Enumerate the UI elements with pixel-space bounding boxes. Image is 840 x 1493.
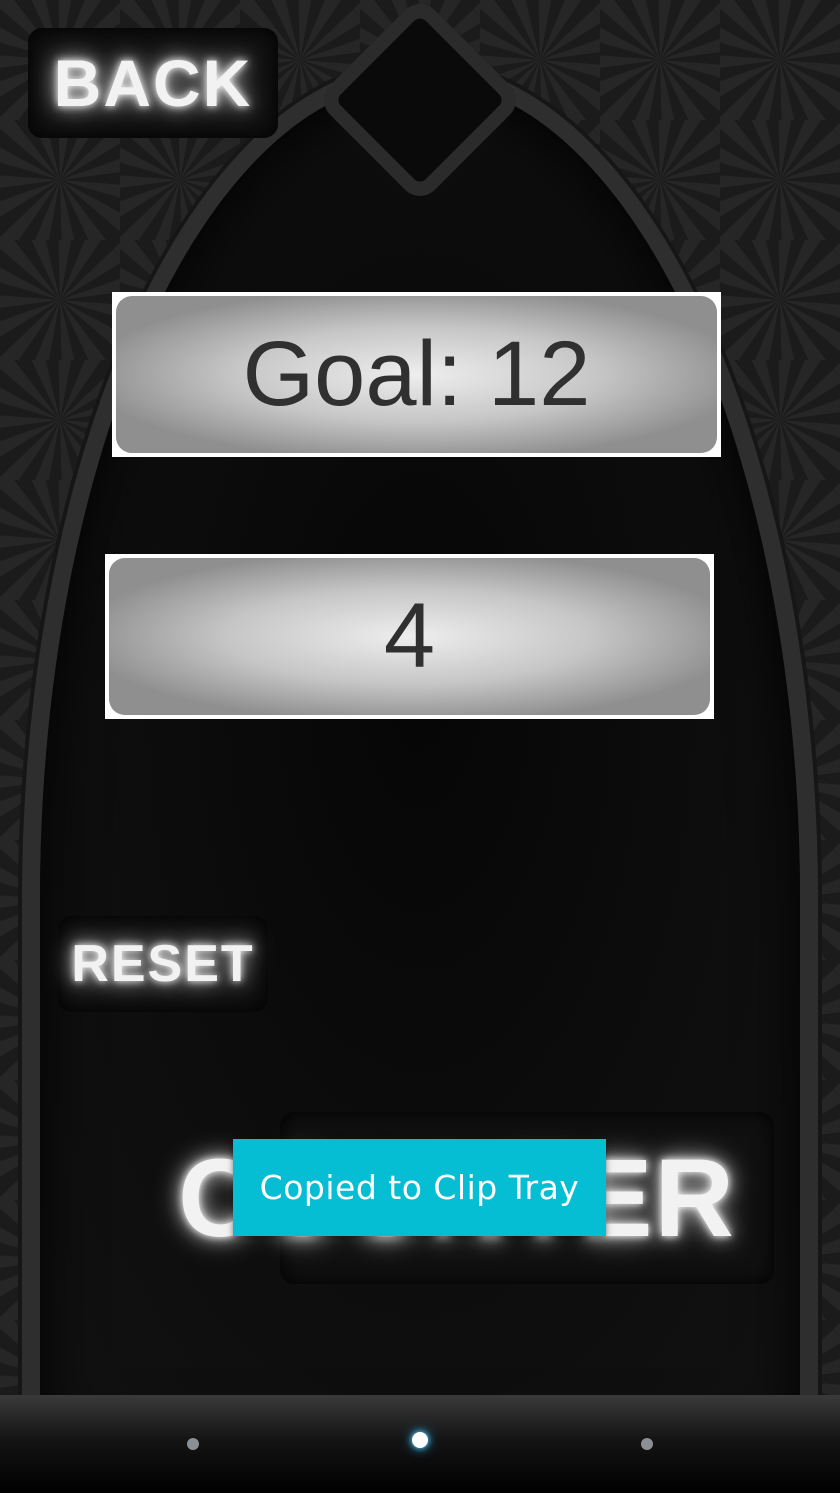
reset-button[interactable]: RESET (58, 916, 268, 1012)
page-indicator-dot-active[interactable] (412, 1432, 428, 1448)
page-indicator-dot-1[interactable] (187, 1438, 199, 1450)
bottom-pager-bar (0, 1395, 840, 1493)
toast-message: Copied to Clip Tray (233, 1139, 606, 1236)
goal-display: Goal: 12 (112, 292, 721, 457)
goal-text: Goal: 12 (116, 296, 717, 453)
back-button[interactable]: BACK (28, 28, 278, 138)
page-indicator-dot-3[interactable] (641, 1438, 653, 1450)
count-display: 4 (105, 554, 714, 719)
count-value: 4 (109, 558, 710, 715)
